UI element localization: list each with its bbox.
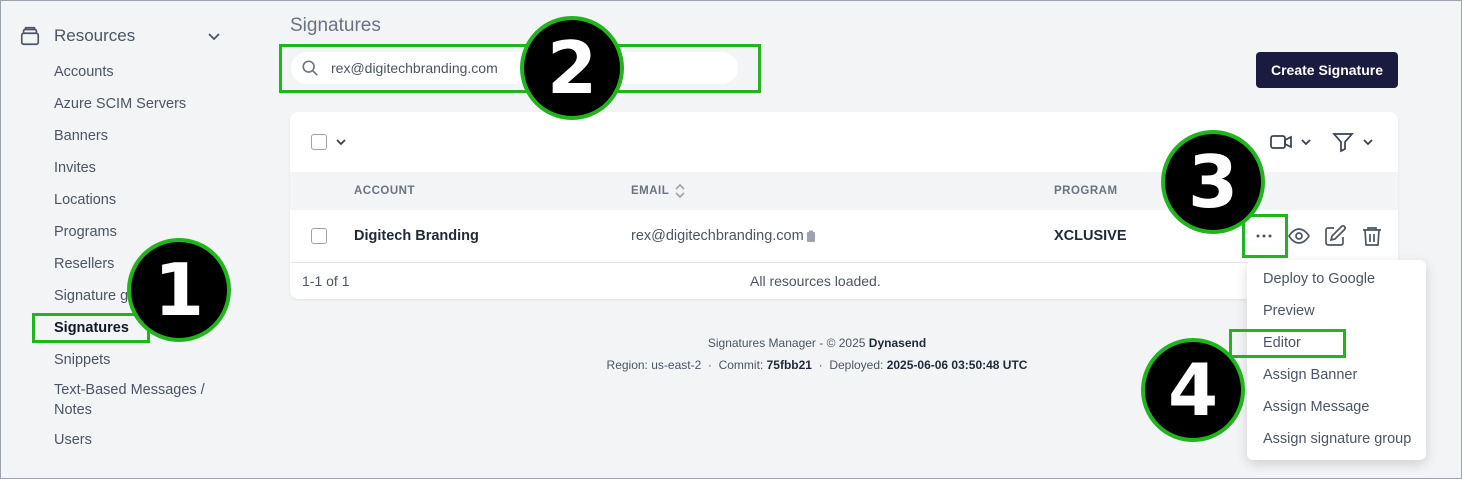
menu-item-deploy-to-google[interactable]: Deploy to Google <box>1263 271 1375 287</box>
row-actions-menu: Deploy to Google Preview Editor Assign B… <box>1247 260 1426 460</box>
filter-icon[interactable] <box>1331 130 1355 154</box>
column-header-program[interactable]: PROGRAM <box>1054 185 1118 197</box>
chevron-down-icon[interactable] <box>335 136 347 148</box>
eye-icon[interactable] <box>1287 224 1311 248</box>
stack-icon <box>20 26 40 46</box>
sidebar-item-accounts[interactable]: Accounts <box>54 62 114 82</box>
sidebar-item-banners[interactable]: Banners <box>54 126 108 146</box>
sidebar-item-snippets[interactable]: Snippets <box>54 350 110 370</box>
sidebar-item-signature-groups[interactable]: Signature g <box>54 286 128 306</box>
search-icon <box>302 60 318 76</box>
menu-item-editor[interactable]: Editor <box>1263 335 1301 351</box>
video-icon[interactable] <box>1269 130 1293 154</box>
footer-copyright: Signatures Manager - © 2025 <box>707 336 866 350</box>
more-horizontal-icon[interactable] <box>1252 224 1276 248</box>
footer-separator: · <box>818 358 823 372</box>
menu-item-preview[interactable]: Preview <box>1263 303 1315 319</box>
column-header-email[interactable]: EMAIL <box>631 185 669 197</box>
sidebar-item-invites[interactable]: Invites <box>54 158 96 178</box>
sidebar-section-label: Resources <box>54 26 136 45</box>
load-status: All resources loaded. <box>750 273 881 289</box>
footer-brand: Dynasend <box>868 336 927 350</box>
footer-commit-value: 75fbb21 <box>766 358 812 372</box>
trash-icon[interactable] <box>1360 224 1384 248</box>
row-account[interactable]: Digitech Branding <box>354 228 479 244</box>
row-checkbox[interactable] <box>311 228 327 244</box>
pagination-text: 1-1 of 1 <box>302 273 350 289</box>
select-all-checkbox[interactable] <box>311 134 327 150</box>
chevron-down-icon[interactable] <box>207 29 221 43</box>
step-badge-2: 2 <box>520 16 624 120</box>
sidebar: Resources Accounts Azure SCIM Servers Ba… <box>1 1 251 479</box>
sidebar-item-text-based-messages[interactable]: Text-Based Messages / <box>54 380 205 400</box>
create-signature-button[interactable]: Create Signature <box>1256 52 1398 88</box>
footer-separator: · <box>707 358 712 372</box>
search-bar[interactable] <box>291 52 738 84</box>
clipboard-icon[interactable] <box>806 230 816 243</box>
menu-item-assign-banner[interactable]: Assign Banner <box>1263 367 1357 383</box>
sidebar-item-azure-scim-servers[interactable]: Azure SCIM Servers <box>54 94 186 114</box>
chevron-down-icon[interactable] <box>1362 136 1374 148</box>
footer-region: Region: us-east-2 <box>606 358 702 372</box>
row-email: rex@digitechbranding.com <box>631 228 804 244</box>
sidebar-section-resources[interactable]: Resources <box>19 25 229 47</box>
sidebar-item-resellers[interactable]: Resellers <box>54 254 114 274</box>
sidebar-item-users[interactable]: Users <box>54 430 92 450</box>
sidebar-item-locations[interactable]: Locations <box>54 190 116 210</box>
step-badge-3: 3 <box>1161 130 1265 234</box>
edit-icon[interactable] <box>1323 224 1347 248</box>
sidebar-item-signatures[interactable]: Signatures <box>54 318 129 338</box>
menu-item-assign-message[interactable]: Assign Message <box>1263 399 1369 415</box>
step-badge-4: 4 <box>1141 338 1245 442</box>
footer-deployed-label: Deployed: <box>829 358 884 372</box>
column-header-account[interactable]: ACCOUNT <box>354 185 415 197</box>
page-title: Signatures <box>290 15 381 36</box>
chevron-down-icon[interactable] <box>1300 136 1312 148</box>
step-badge-1: 1 <box>127 238 231 342</box>
footer-commit-label: Commit: <box>718 358 764 372</box>
sidebar-item-programs[interactable]: Programs <box>54 222 117 242</box>
sort-icon[interactable] <box>674 182 686 200</box>
table-footer: 1-1 of 1 All resources loaded. <box>290 264 1398 299</box>
footer-deployed-value: 2025-06-06 03:50:48 UTC <box>886 358 1028 372</box>
menu-item-assign-signature-group[interactable]: Assign signature group <box>1263 431 1411 447</box>
row-program: XCLUSIVE <box>1054 228 1127 244</box>
sidebar-item-notes[interactable]: Notes <box>54 400 92 420</box>
